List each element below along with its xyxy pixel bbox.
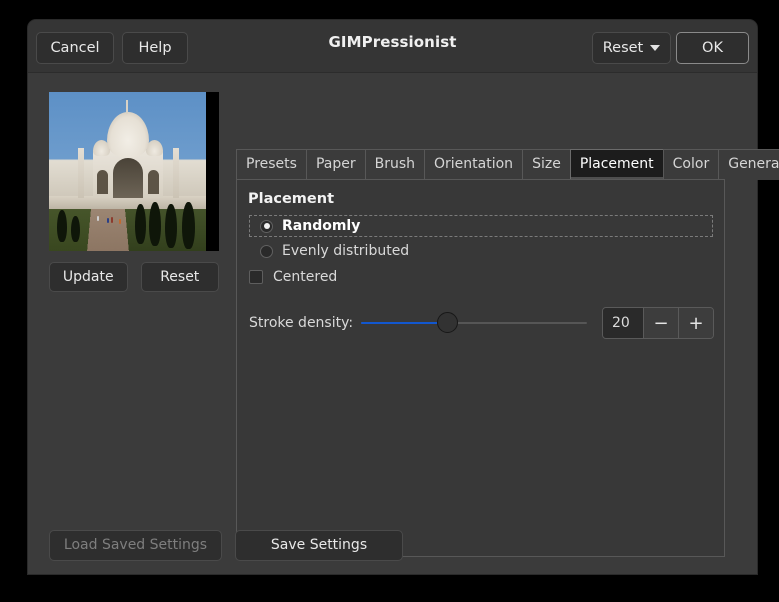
radio-selected-icon [260,219,273,233]
tab-orientation[interactable]: Orientation [424,149,524,180]
tab-color[interactable]: Color [662,149,720,180]
stroke-density-slider[interactable] [361,308,587,338]
stroke-density-row: Stroke density: 20 − + [249,307,714,339]
spinner-minus-button[interactable]: − [643,308,678,338]
tab-size[interactable]: Size [522,149,571,180]
radio-evenly-distributed-label: Evenly distributed [282,243,410,259]
radio-randomly-label: Randomly [282,218,361,234]
chevron-down-icon [650,45,661,51]
reset-preview-button[interactable]: Reset [140,262,219,292]
radio-randomly[interactable]: Randomly [249,215,713,237]
reset-dropdown-button[interactable]: Reset [592,32,671,64]
checkbox-centered-label: Centered [273,269,338,285]
slider-fill [361,322,447,324]
update-preview-button[interactable]: Update [49,262,128,292]
checkbox-centered[interactable]: Centered [249,269,337,285]
stroke-density-value[interactable]: 20 [603,308,643,338]
tab-panel-placement: Placement Randomly Evenly distributed Ce… [236,179,725,557]
load-saved-settings-button[interactable]: Load Saved Settings [49,530,222,561]
dialog-body: Update Reset Presets Paper Brush Orientatio… [28,73,779,575]
spinner-plus-button[interactable]: + [678,308,713,338]
titlebar: Cancel Help GIMPressionist Reset OK [28,20,757,73]
stroke-density-spinner[interactable]: 20 − + [602,307,714,339]
section-title-placement: Placement [248,191,335,207]
tab-presets[interactable]: Presets [236,149,307,180]
tab-paper[interactable]: Paper [305,149,366,180]
save-settings-button[interactable]: Save Settings [235,530,403,561]
stroke-density-label: Stroke density: [249,315,354,331]
preview-column: Update Reset [49,92,219,292]
tab-placement[interactable]: Placement [569,149,664,180]
gimpressionist-dialog: Cancel Help GIMPressionist Reset OK Upda… [28,20,779,575]
cancel-button[interactable]: Cancel [36,32,114,64]
help-button[interactable]: Help [122,32,188,64]
tab-bar: Presets Paper Brush Orientation Size Placemen… [236,149,779,180]
preview-image [49,92,206,251]
preview-frame[interactable] [49,92,219,251]
tab-general[interactable]: General [718,149,779,180]
reset-dropdown-label: Reset [602,40,644,56]
preview-buttons: Update Reset [49,262,219,292]
checkbox-unchecked-icon [249,270,263,284]
radio-unselected-icon [260,244,273,258]
ok-button[interactable]: OK [676,32,749,64]
tab-brush[interactable]: Brush [364,149,426,180]
slider-handle[interactable] [436,312,458,333]
settings-notebook: Presets Paper Brush Orientation Size Placemen… [236,149,779,558]
radio-evenly-distributed[interactable]: Evenly distributed [249,240,713,262]
footer-buttons: Load Saved Settings Save Settings [49,530,403,561]
